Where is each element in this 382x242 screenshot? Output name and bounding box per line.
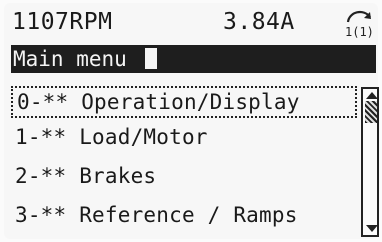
scrollbar[interactable] [361,87,379,237]
menu-item-label: 3-** Reference / Ramps [15,203,298,227]
scroll-down-icon[interactable] [366,225,378,232]
menu-item-brakes[interactable]: 2-** Brakes [11,162,357,194]
menu-item-reference-ramps[interactable]: 3-** Reference / Ramps [11,201,357,233]
menu-item-label: 2-** Brakes [15,164,157,188]
page-title: Main menu [13,47,127,71]
title-bar: Main menu [11,45,376,73]
menu-item-label: 0-** Operation/Display [17,90,300,114]
setup-label: 1(1) [345,25,374,38]
menu-item-operation-display[interactable]: 0-** Operation/Display [11,86,357,118]
scrollbar-thumb[interactable] [365,101,377,123]
lcd-display: 1107RPM 3.84A 1(1) Main menu 0-** Operat… [4,3,379,239]
scrollbar-track[interactable] [361,87,379,237]
scroll-up-icon[interactable] [366,92,378,99]
setup-indicator-icon: 1(1) [345,10,374,38]
current-readout: 3.84A [223,9,295,35]
speed-readout: 1107RPM [12,9,113,35]
status-row: 1107RPM 3.84A 1(1) [10,7,382,39]
text-cursor [145,48,157,69]
main-menu-list: 0-** Operation/Display 1-** Load/Motor 2… [11,86,359,236]
menu-item-label: 1-** Load/Motor [15,125,208,149]
menu-item-load-motor[interactable]: 1-** Load/Motor [11,123,357,155]
